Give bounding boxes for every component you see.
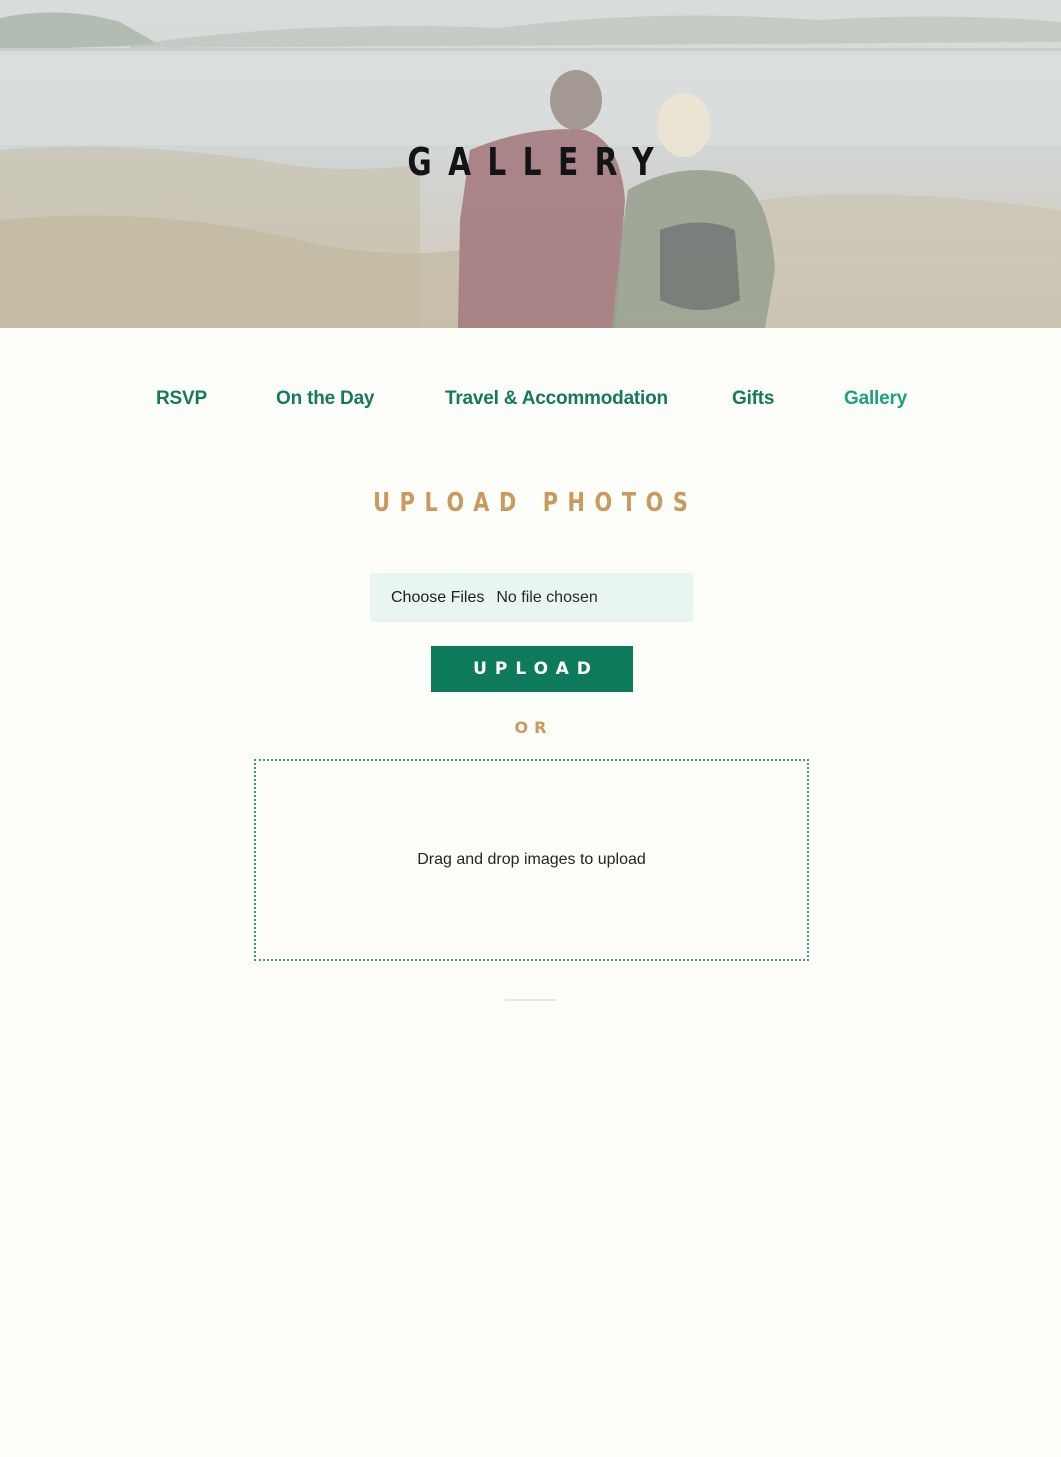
file-input[interactable]: Choose Files No file chosen <box>370 573 693 622</box>
upload-photos-heading: UPLOAD PHOTOS <box>373 488 698 518</box>
nav-link-travel-accommodation[interactable]: Travel & Accommodation <box>445 388 668 410</box>
nav-link-on-the-day[interactable]: On the Day <box>276 388 375 410</box>
page-title: GALLERY <box>407 140 670 184</box>
or-separator: OR <box>514 718 553 737</box>
nav-link-gifts[interactable]: Gifts <box>732 388 774 410</box>
nav-link-gallery[interactable]: Gallery <box>844 388 907 410</box>
hero-banner: GALLERY <box>0 0 1061 328</box>
choose-files-button[interactable]: Choose Files <box>391 589 484 607</box>
drop-zone-text: Drag and drop images to upload <box>417 851 646 868</box>
drop-zone[interactable]: Drag and drop images to upload <box>254 759 809 961</box>
main-nav: RSVP On the Day Travel & Accommodation G… <box>0 388 1061 418</box>
file-status-text: No file chosen <box>496 588 598 606</box>
upload-button[interactable]: UPLOAD <box>431 646 633 692</box>
divider <box>505 999 557 1001</box>
nav-link-rsvp[interactable]: RSVP <box>156 388 207 410</box>
